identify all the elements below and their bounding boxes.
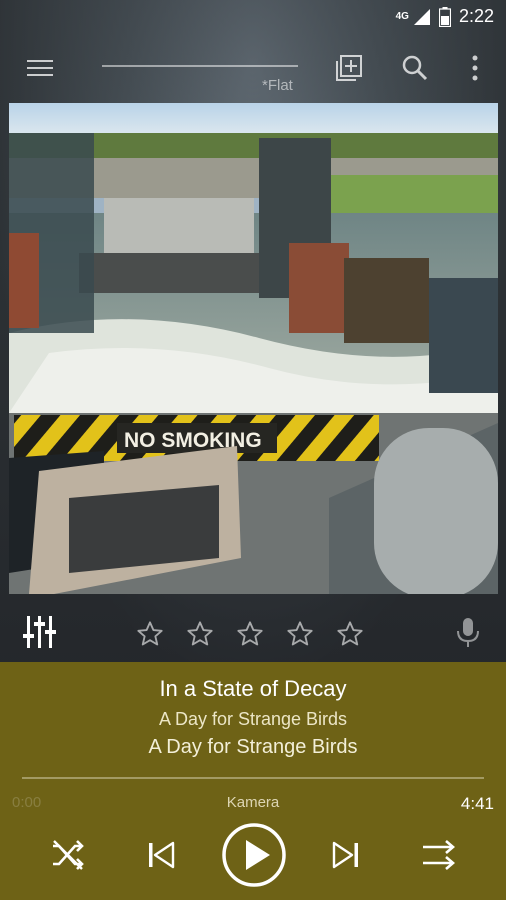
star-icon[interactable] <box>286 620 314 648</box>
menu-button[interactable] <box>22 50 58 86</box>
network-type-label: 4G <box>395 11 409 22</box>
add-to-playlist-icon <box>336 55 362 81</box>
star-icon[interactable] <box>336 620 364 648</box>
track-artist[interactable]: A Day for Strange Birds <box>0 736 506 759</box>
next-button[interactable] <box>324 833 368 877</box>
album-artwork[interactable]: NO SMOKING <box>9 103 498 594</box>
status-bar: 4G 2:22 <box>0 0 506 34</box>
repeat-button[interactable] <box>417 833 461 877</box>
equalizer-button[interactable] <box>22 614 58 650</box>
track-title[interactable]: In a State of Decay <box>0 676 506 702</box>
more-options-button[interactable] <box>457 50 493 86</box>
battery-icon <box>438 6 451 27</box>
star-rating[interactable] <box>136 620 364 648</box>
skip-next-icon <box>332 841 358 869</box>
track-album[interactable]: A Day for Strange Birds <box>0 709 506 730</box>
play-icon <box>222 823 286 887</box>
more-vert-icon <box>472 55 478 81</box>
add-to-playlist-button[interactable] <box>331 50 367 86</box>
search-icon <box>402 55 428 81</box>
star-icon[interactable] <box>236 620 264 648</box>
shuffle-button[interactable] <box>46 833 90 877</box>
eq-preset-label[interactable]: *Flat <box>262 77 293 94</box>
voice-search-button[interactable] <box>452 616 484 648</box>
output-device-label[interactable]: Kamera <box>0 794 506 811</box>
clock: 2:22 <box>458 6 494 26</box>
previous-button[interactable] <box>139 833 183 877</box>
play-pause-button[interactable] <box>220 821 288 889</box>
star-icon[interactable] <box>136 620 164 648</box>
skip-previous-icon <box>149 841 175 869</box>
seek-bar[interactable] <box>22 777 484 779</box>
star-icon[interactable] <box>186 620 214 648</box>
cell-signal-icon <box>413 8 430 25</box>
equalizer-icon <box>23 616 56 648</box>
preset-indicator-line <box>102 65 298 67</box>
rating-row <box>0 610 506 660</box>
menu-icon <box>27 60 53 76</box>
track-duration: 4:41 <box>460 794 494 813</box>
shuffle-off-icon <box>53 840 84 870</box>
sign-text: NO SMOKING <box>124 429 262 452</box>
ferry-photo: NO SMOKING <box>9 103 498 594</box>
now-playing-panel: In a State of Decay A Day for Strange Bi… <box>0 662 506 900</box>
toolbar <box>0 40 506 100</box>
search-button[interactable] <box>397 50 433 86</box>
repeat-off-icon <box>423 840 455 870</box>
microphone-icon <box>457 618 479 647</box>
